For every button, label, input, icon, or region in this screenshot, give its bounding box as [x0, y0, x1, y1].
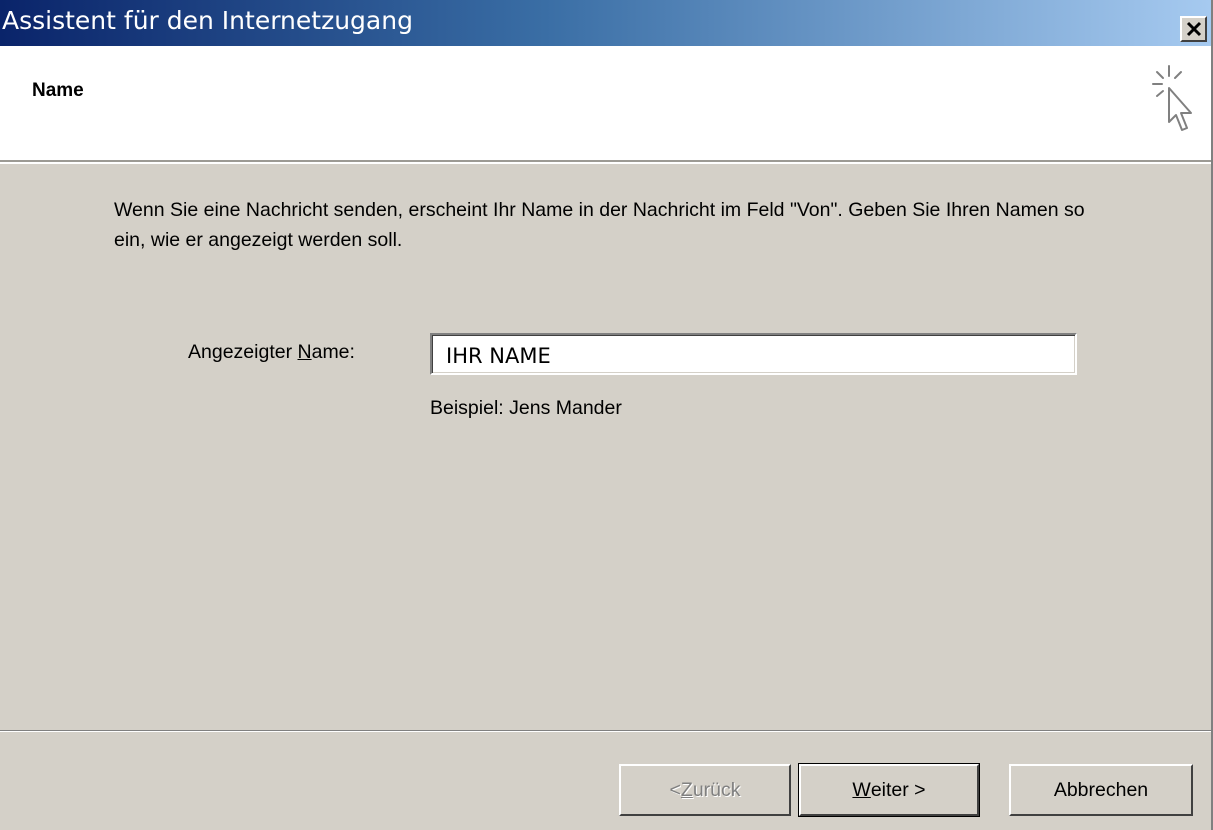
back-button-prefix: < [669, 778, 681, 801]
back-button[interactable]: < Zurück [619, 764, 791, 816]
close-button[interactable] [1180, 16, 1207, 42]
button-separator-highlight [0, 731, 1211, 732]
wizard-header: Name [0, 46, 1211, 162]
wizard-cursor-icon [1152, 65, 1192, 131]
next-button[interactable]: Weiter > [798, 763, 980, 817]
cancel-button[interactable]: Abbrechen [1009, 764, 1193, 816]
display-name-label-suffix: ame: [311, 341, 355, 363]
intro-text: Wenn Sie eine Nachricht senden, erschein… [114, 199, 1085, 251]
display-name-input[interactable] [430, 333, 1077, 375]
display-name-label-accel: N [297, 341, 312, 363]
page-title: Name [32, 80, 84, 101]
next-button-suffix: eiter > [870, 778, 926, 801]
example-text: Beispiel: Jens Mander [430, 397, 622, 419]
back-button-suffix: urück [692, 778, 741, 801]
window-title: Assistent für den Internetzugang [2, 6, 413, 35]
header-divider [0, 162, 1211, 164]
display-name-label-prefix: Angezeigter [188, 341, 298, 363]
display-name-label: Angezeigter Name: [188, 341, 355, 364]
back-button-accel: Z [680, 778, 693, 801]
next-button-accel: W [852, 778, 871, 801]
title-bar[interactable]: Assistent für den Internetzugang [0, 0, 1211, 46]
wizard-dialog: Assistent für den Internetzugang Name We… [0, 0, 1213, 830]
close-icon [1186, 21, 1201, 37]
